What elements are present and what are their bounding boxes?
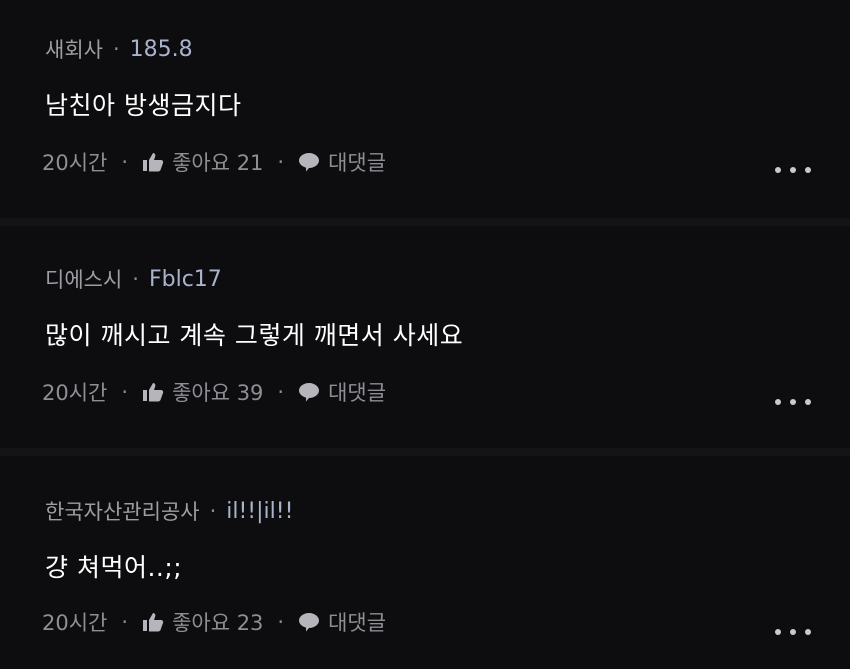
comment-text: 걍 쳐먹어..;; xyxy=(45,553,183,582)
thumbs-up-icon[interactable] xyxy=(142,152,164,172)
comment-actions: 20시간 · 좋아요 23 · 대댓글 xyxy=(42,607,386,637)
reply-button[interactable]: 대댓글 xyxy=(328,147,386,177)
speech-bubble-icon[interactable] xyxy=(298,612,320,632)
comment-item: 새회사 · 185.8 남친아 방생금지다 20시간 · 좋아요 21 · 대댓… xyxy=(0,0,850,220)
comment-meta: 새회사 · 185.8 xyxy=(45,34,193,64)
comment-time: 20시간 xyxy=(42,611,108,635)
comment-actions: 20시간 · 좋아요 21 · 대댓글 xyxy=(42,147,386,177)
like-button[interactable]: 좋아요 21 xyxy=(172,147,263,177)
thumbs-up-icon[interactable] xyxy=(142,382,164,402)
author-name[interactable]: 디에스시 xyxy=(45,264,122,294)
comment-text: 남친아 방생금지다 xyxy=(45,91,242,120)
comment-text: 많이 깨시고 계속 그렇게 깨면서 사세요 xyxy=(45,321,464,350)
action-separator: · xyxy=(277,610,285,634)
speech-bubble-icon[interactable] xyxy=(298,382,320,402)
action-separator: · xyxy=(277,380,285,404)
comment-time: 20시간 xyxy=(42,151,108,175)
author-name[interactable]: 새회사 xyxy=(45,34,103,64)
more-dots-icon[interactable] xyxy=(775,396,811,408)
like-button[interactable]: 좋아요 39 xyxy=(172,377,263,407)
meta-separator: · xyxy=(112,37,120,61)
author-nickname: il!!|il!! xyxy=(226,498,294,524)
author-nickname: 185.8 xyxy=(129,36,193,62)
reply-button[interactable]: 대댓글 xyxy=(328,377,386,407)
like-button[interactable]: 좋아요 23 xyxy=(172,607,263,637)
comment-item: 디에스시 · Fblc17 많이 깨시고 계속 그렇게 깨면서 사세요 20시간… xyxy=(0,220,850,452)
author-nickname: Fblc17 xyxy=(148,266,222,292)
comment-list: 새회사 · 185.8 남친아 방생금지다 20시간 · 좋아요 21 · 대댓… xyxy=(0,0,850,669)
author-name[interactable]: 한국자산관리공사 xyxy=(45,496,200,526)
action-separator: · xyxy=(277,150,285,174)
more-dots-icon[interactable] xyxy=(775,626,811,638)
comment-meta: 디에스시 · Fblc17 xyxy=(45,264,222,294)
more-dots-icon[interactable] xyxy=(775,164,811,176)
action-separator: · xyxy=(121,150,129,174)
comment-item: 한국자산관리공사 · il!!|il!! 걍 쳐먹어..;; 20시간 · 좋아… xyxy=(0,452,850,669)
action-separator: · xyxy=(121,610,129,634)
meta-separator: · xyxy=(132,267,139,291)
meta-separator: · xyxy=(209,499,217,523)
reply-button[interactable]: 대댓글 xyxy=(328,607,386,637)
action-separator: · xyxy=(121,380,129,404)
thumbs-up-icon[interactable] xyxy=(142,612,164,632)
comment-actions: 20시간 · 좋아요 39 · 대댓글 xyxy=(42,377,386,407)
comment-meta: 한국자산관리공사 · il!!|il!! xyxy=(45,496,293,526)
comment-time: 20시간 xyxy=(42,381,108,405)
speech-bubble-icon[interactable] xyxy=(298,152,320,172)
